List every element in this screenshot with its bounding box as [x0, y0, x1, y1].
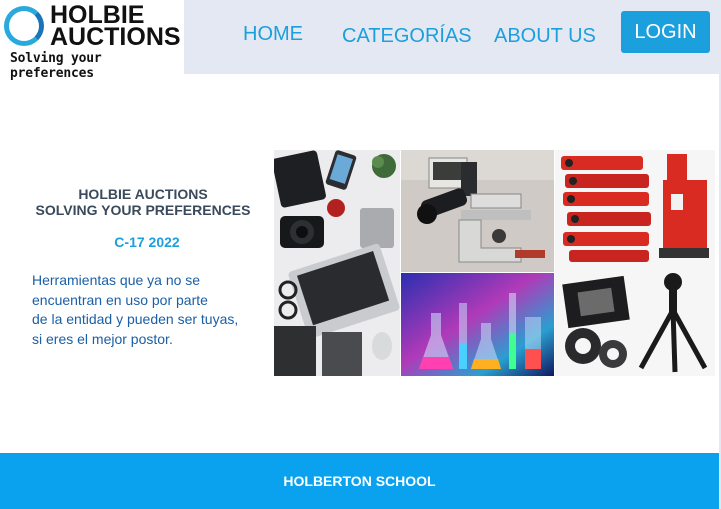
- page: HOLBIE AUCTIONS Solving your preferences…: [0, 0, 721, 509]
- login-button[interactable]: LOGIN: [621, 11, 710, 53]
- footer-text: HOLBERTON SCHOOL: [283, 473, 436, 489]
- logo-tagline: Solving your preferences: [10, 51, 102, 81]
- microscope-image: [401, 150, 554, 272]
- microscope-icon: [401, 150, 554, 272]
- hero-text-block: HOLBIE AUCTIONS SOLVING YOUR PREFERENCES…: [24, 186, 262, 349]
- hero-code: C-17 2022: [114, 234, 180, 250]
- glassware-icon: [401, 273, 554, 376]
- hero-title-line1: HOLBIE AUCTIONS: [78, 186, 208, 202]
- nav-about-link[interactable]: ABOUT US: [494, 25, 596, 48]
- tech-flatlay-icon: [274, 150, 400, 376]
- hero-desc-line: si eres el mejor postor.: [32, 330, 173, 347]
- hero-title-line2: SOLVING YOUR PREFERENCES: [35, 202, 251, 218]
- lab-glassware-image: [401, 273, 554, 376]
- hero-title: HOLBIE AUCTIONS SOLVING YOUR PREFERENCES: [24, 186, 262, 218]
- header-bar: HOLBIE AUCTIONS Solving your preferences…: [0, 0, 721, 81]
- hero-desc-line: de la entidad y pueden ser tuyas,: [32, 311, 239, 327]
- logo-ring-icon: [4, 6, 44, 46]
- hydraulic-tools-tripod-image: [555, 150, 715, 376]
- logo-line2: AUCTIONS: [50, 23, 181, 51]
- hero-desc-line: Herramientas que ya no se: [32, 272, 201, 288]
- product-collage: [274, 150, 715, 376]
- footer-bar: HOLBERTON SCHOOL: [0, 453, 719, 509]
- hero-description: Herramientas que ya no se encuentran en …: [32, 271, 262, 349]
- nav-categories-link[interactable]: CATEGORÍAS: [342, 25, 472, 48]
- nav-home-link[interactable]: HOME: [243, 23, 303, 46]
- hero-desc-line: encuentran en uso por parte: [32, 291, 208, 308]
- tools-tripod-icon: [555, 150, 715, 376]
- logo[interactable]: HOLBIE AUCTIONS Solving your preferences: [0, 0, 184, 81]
- laptop-camera-tech-image: [274, 150, 400, 376]
